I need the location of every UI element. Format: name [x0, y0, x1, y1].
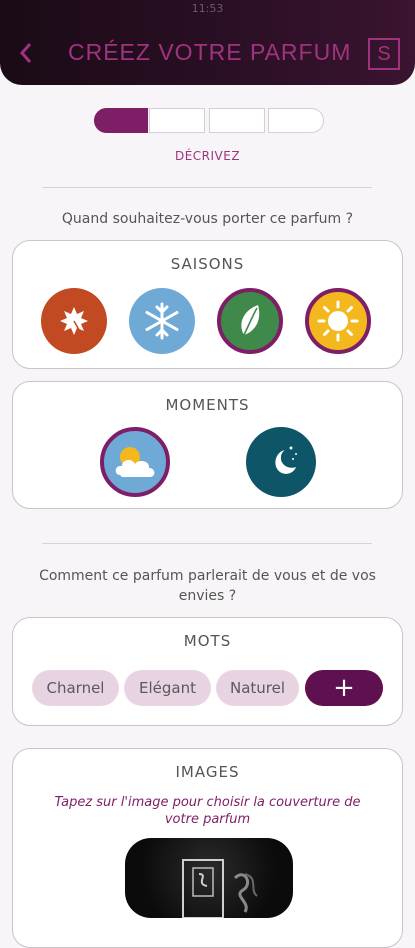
word-tag[interactable]: Naturel — [216, 670, 299, 706]
progress-step-3 — [209, 108, 265, 133]
winter-button[interactable] — [129, 288, 195, 354]
progress-step-2 — [149, 108, 205, 133]
cover-image[interactable] — [125, 838, 293, 918]
seasons-title: SAISONS — [170, 255, 245, 273]
status-time: 11:53 — [191, 2, 224, 15]
header-bar: 11:53 CRÉEZ VOTRE PARFUM S — [0, 0, 415, 85]
word-tag[interactable]: Charnel — [32, 670, 119, 706]
night-moon-icon — [275, 446, 297, 474]
words-title: MOTS — [183, 632, 232, 650]
divider — [42, 543, 372, 544]
step-label: DÉCRIVEZ — [174, 149, 241, 163]
snowflake-icon — [145, 302, 179, 340]
moments-title: MOMENTS — [165, 396, 250, 414]
summer-button[interactable] — [305, 288, 371, 354]
day-cloud-icon — [115, 447, 155, 477]
brand-logo: S — [368, 38, 400, 70]
autumn-leaf-icon — [60, 307, 88, 336]
perfume-bottle-icon — [182, 859, 258, 918]
spring-leaf-icon — [241, 305, 260, 340]
word-tag[interactable]: Elégant — [124, 670, 211, 706]
images-title: IMAGES — [175, 763, 240, 781]
divider — [42, 187, 372, 188]
sun-icon — [317, 300, 359, 342]
day-button[interactable] — [100, 427, 170, 497]
progress-step-1 — [94, 108, 148, 133]
chevron-left-icon — [19, 43, 32, 63]
question-words: Comment ce parfum parlerait de vous et d… — [39, 568, 376, 604]
page-title: CRÉEZ VOTRE PARFUM — [68, 39, 352, 65]
step-progress — [94, 108, 324, 135]
moments-card: MOMENTS — [12, 381, 403, 509]
autumn-button[interactable] — [41, 288, 107, 354]
images-hint: Tapez sur l'image pour choisir la couver… — [54, 795, 361, 827]
question-wear: Quand souhaitez-vous porter ce parfum ? — [61, 211, 354, 227]
add-word-button[interactable]: + — [305, 670, 383, 706]
progress-step-4 — [268, 108, 324, 133]
night-button[interactable] — [246, 427, 316, 497]
back-button[interactable] — [14, 38, 38, 68]
spring-button[interactable] — [217, 288, 283, 354]
